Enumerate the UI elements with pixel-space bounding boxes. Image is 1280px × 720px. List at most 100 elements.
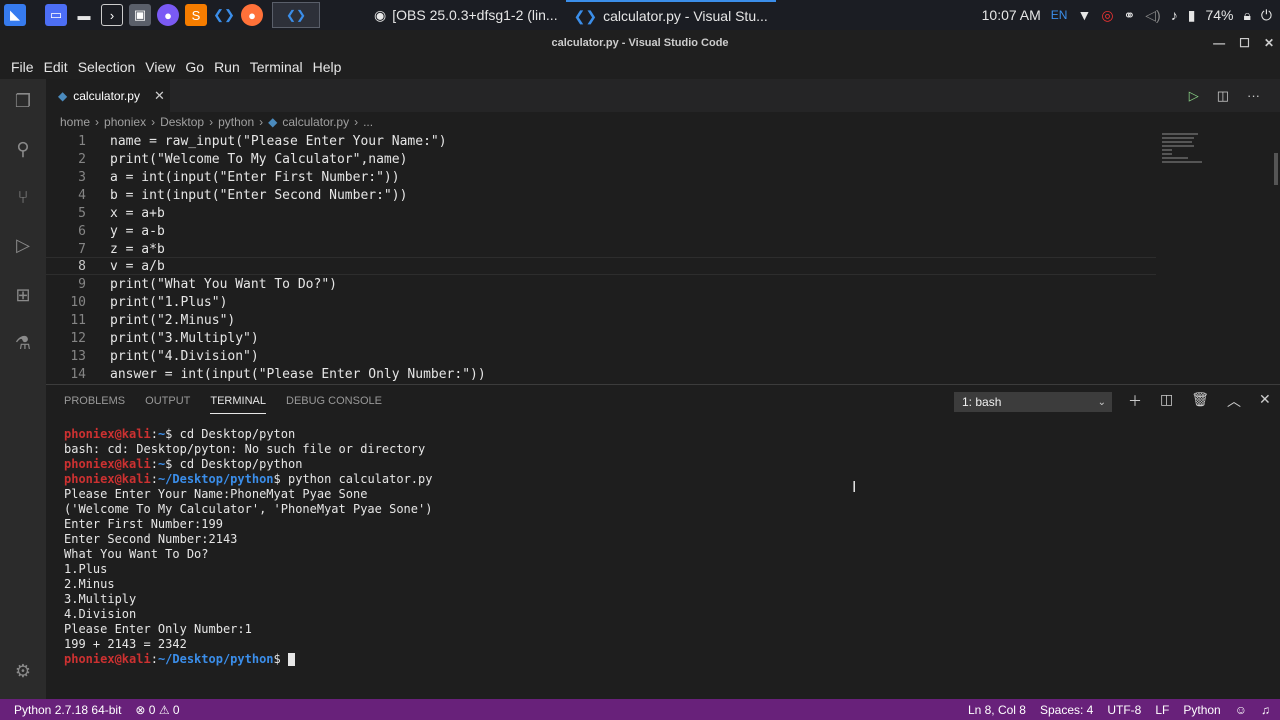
code-line[interactable]: 3a = int(input("Enter First Number:")) bbox=[46, 168, 1156, 186]
sublime-icon[interactable]: S bbox=[185, 4, 207, 26]
explorer-icon[interactable]: ❐ bbox=[11, 89, 35, 113]
breadcrumb: home › phoniex › Desktop › python › ◆ ca… bbox=[60, 113, 373, 131]
maximize-icon[interactable]: ☐ bbox=[1239, 36, 1250, 50]
editor-scrollbar[interactable] bbox=[1274, 153, 1278, 185]
tab-debug-console[interactable]: DEBUG CONSOLE bbox=[286, 395, 382, 414]
feedback-icon[interactable]: ☺ bbox=[1235, 703, 1247, 717]
vscode-taskbar-icon[interactable]: ❮❯ bbox=[213, 4, 235, 26]
editor-tab-bar: ◆ calculator.py ✕ ▷ ◫ ··· bbox=[46, 79, 1280, 112]
python-interpreter[interactable]: Python 2.7.18 64-bit bbox=[14, 703, 121, 717]
source-control-icon[interactable]: ⑂ bbox=[11, 185, 35, 209]
search-icon[interactable]: ⚲ bbox=[11, 137, 35, 161]
code-line[interactable]: 2 print("Welcome To My Calculator",name) bbox=[46, 150, 1156, 168]
menu-view[interactable]: View bbox=[140, 59, 180, 75]
taskbar-window-obs[interactable]: ◉ [OBS 25.0.3+dfsg1-2 (lin... bbox=[366, 0, 566, 30]
app-menu-icon[interactable]: ◣ bbox=[4, 4, 26, 26]
close-tab-icon[interactable]: ✕ bbox=[154, 88, 165, 104]
split-editor-icon[interactable]: ◫ bbox=[1217, 88, 1229, 104]
terminal-output[interactable]: phoniex@kali:~$ cd Desktop/pyton bash: cd… bbox=[64, 427, 432, 667]
menu-help[interactable]: Help bbox=[308, 59, 347, 75]
tab-terminal[interactable]: TERMINAL bbox=[210, 395, 266, 414]
record-icon[interactable]: ◎ bbox=[1101, 7, 1113, 24]
split-terminal-icon[interactable]: ◫ bbox=[1160, 391, 1173, 411]
notifications-bell-icon[interactable]: ♫ bbox=[1261, 703, 1270, 717]
menu-file[interactable]: File bbox=[6, 59, 39, 75]
terminal-line: 2.Minus bbox=[64, 577, 432, 592]
code-line[interactable]: 14 answer = int(input("Please Enter Only … bbox=[46, 365, 1156, 383]
menu-run[interactable]: Run bbox=[209, 59, 245, 75]
terminal-line: phoniex@kali:~/Desktop/python$ python ca… bbox=[64, 472, 432, 487]
link-icon[interactable]: ⚭ bbox=[1124, 7, 1136, 24]
testing-icon[interactable]: ⚗ bbox=[11, 331, 35, 355]
breadcrumb-phoniex[interactable]: phoniex bbox=[104, 115, 146, 129]
language-mode[interactable]: Python bbox=[1183, 703, 1220, 717]
code-line[interactable]: 5x = a+b bbox=[46, 204, 1156, 222]
prompt-dollar: $ bbox=[273, 472, 281, 486]
code-line-current[interactable]: 8v = a/b bbox=[46, 257, 1156, 275]
run-debug-icon[interactable]: ▷ bbox=[11, 233, 35, 257]
code-line[interactable]: 7z = a*b bbox=[46, 240, 1156, 258]
show-desktop-icon[interactable]: ▭ bbox=[45, 4, 67, 26]
firefox-browser-icon[interactable]: ● bbox=[241, 4, 263, 26]
new-terminal-icon[interactable]: ＋ bbox=[1128, 391, 1142, 411]
breadcrumb-file[interactable]: calculator.py bbox=[282, 115, 349, 129]
power-icon[interactable]: ⏻ bbox=[1261, 7, 1272, 24]
end-of-line[interactable]: LF bbox=[1155, 703, 1169, 717]
breadcrumb-symbols[interactable]: ... bbox=[363, 115, 373, 129]
maximize-panel-icon[interactable]: ︿ bbox=[1227, 391, 1241, 411]
more-actions-icon[interactable]: ··· bbox=[1247, 88, 1260, 103]
status-bar: Python 2.7.18 64-bit ⊗ 0 ⚠ 0 Ln 8, Col 8… bbox=[0, 699, 1280, 720]
menu-selection[interactable]: Selection bbox=[73, 59, 141, 75]
minimize-icon[interactable]: — bbox=[1213, 36, 1225, 50]
file-manager-icon[interactable]: ▬ bbox=[73, 4, 95, 26]
active-workspace-icon[interactable]: ❮❯ bbox=[272, 2, 320, 28]
code-line[interactable]: 13 print("4.Division") bbox=[46, 347, 1156, 365]
run-file-icon[interactable]: ▷ bbox=[1189, 88, 1199, 104]
code-line[interactable]: 12 print("3.Multiply") bbox=[46, 329, 1156, 347]
kill-terminal-icon[interactable]: 🗑︎ bbox=[1191, 391, 1209, 411]
terminal-select[interactable]: 1: bash ⌄ bbox=[954, 392, 1112, 412]
breadcrumb-desktop[interactable]: Desktop bbox=[160, 115, 204, 129]
indentation[interactable]: Spaces: 4 bbox=[1040, 703, 1093, 717]
terminal-output-text: Enter First Number:199 bbox=[64, 517, 223, 531]
menu-terminal[interactable]: Terminal bbox=[245, 59, 308, 75]
minimap[interactable] bbox=[1162, 133, 1212, 173]
cursor-position[interactable]: Ln 8, Col 8 bbox=[968, 703, 1026, 717]
volume-icon[interactable]: ◁) bbox=[1145, 7, 1160, 24]
taskbar-window-vscode[interactable]: ❮❯ calculator.py - Visual Stu... bbox=[565, 0, 776, 30]
code-line[interactable]: 10 print("1.Plus") bbox=[46, 293, 1156, 311]
code-line[interactable]: 4b = int(input("Enter Second Number:")) bbox=[46, 186, 1156, 204]
code-line[interactable]: 6y = a-b bbox=[46, 222, 1156, 240]
terminal-line: 3.Multiply bbox=[64, 592, 432, 607]
notification-bell-icon[interactable]: ♪ bbox=[1171, 7, 1178, 23]
terminal-line: 4.Division bbox=[64, 607, 432, 622]
problems-count[interactable]: ⊗ 0 ⚠ 0 bbox=[135, 703, 179, 717]
tab-problems[interactable]: PROBLEMS bbox=[64, 395, 125, 414]
menu-edit[interactable]: Edit bbox=[39, 59, 73, 75]
encoding[interactable]: UTF-8 bbox=[1107, 703, 1141, 717]
clock[interactable]: 10:07 AM bbox=[982, 7, 1041, 23]
tab-output[interactable]: OUTPUT bbox=[145, 395, 190, 414]
code-line[interactable]: 9 print("What You Want To Do?") bbox=[46, 275, 1156, 293]
extensions-icon[interactable]: ⊞ bbox=[11, 283, 35, 307]
screenshot-app-icon[interactable]: ▣ bbox=[129, 4, 151, 26]
prompt-user: phoniex@kali bbox=[64, 457, 151, 471]
close-window-icon[interactable]: ✕ bbox=[1264, 36, 1274, 50]
breadcrumb-python[interactable]: python bbox=[218, 115, 254, 129]
manage-gear-icon[interactable]: ⚙ bbox=[11, 659, 35, 683]
code-line[interactable]: 11 print("2.Minus") bbox=[46, 311, 1156, 329]
terminal-app-icon[interactable]: › bbox=[101, 4, 123, 26]
terminal-output-text: What You Want To Do? bbox=[64, 547, 209, 561]
terminal-output-text: Please Enter Only Number:1 bbox=[64, 622, 252, 636]
breadcrumb-home[interactable]: home bbox=[60, 115, 90, 129]
tab-calculator-py[interactable]: ◆ calculator.py ✕ bbox=[46, 79, 170, 112]
battery-icon[interactable]: ▮ bbox=[1188, 7, 1196, 24]
keyboard-layout[interactable]: EN bbox=[1051, 8, 1068, 22]
code-editor[interactable]: 1 name = raw_input("Please Enter Your Nam… bbox=[46, 131, 1280, 383]
firefox-icon[interactable]: ● bbox=[157, 4, 179, 26]
lock-icon[interactable]: 🔒︎ bbox=[1243, 7, 1250, 24]
close-panel-icon[interactable]: ✕ bbox=[1259, 391, 1271, 411]
code-line[interactable]: 1 name = raw_input("Please Enter Your Nam… bbox=[46, 132, 1156, 150]
menu-go[interactable]: Go bbox=[180, 59, 209, 75]
wifi-icon[interactable]: ▼ bbox=[1077, 7, 1091, 23]
